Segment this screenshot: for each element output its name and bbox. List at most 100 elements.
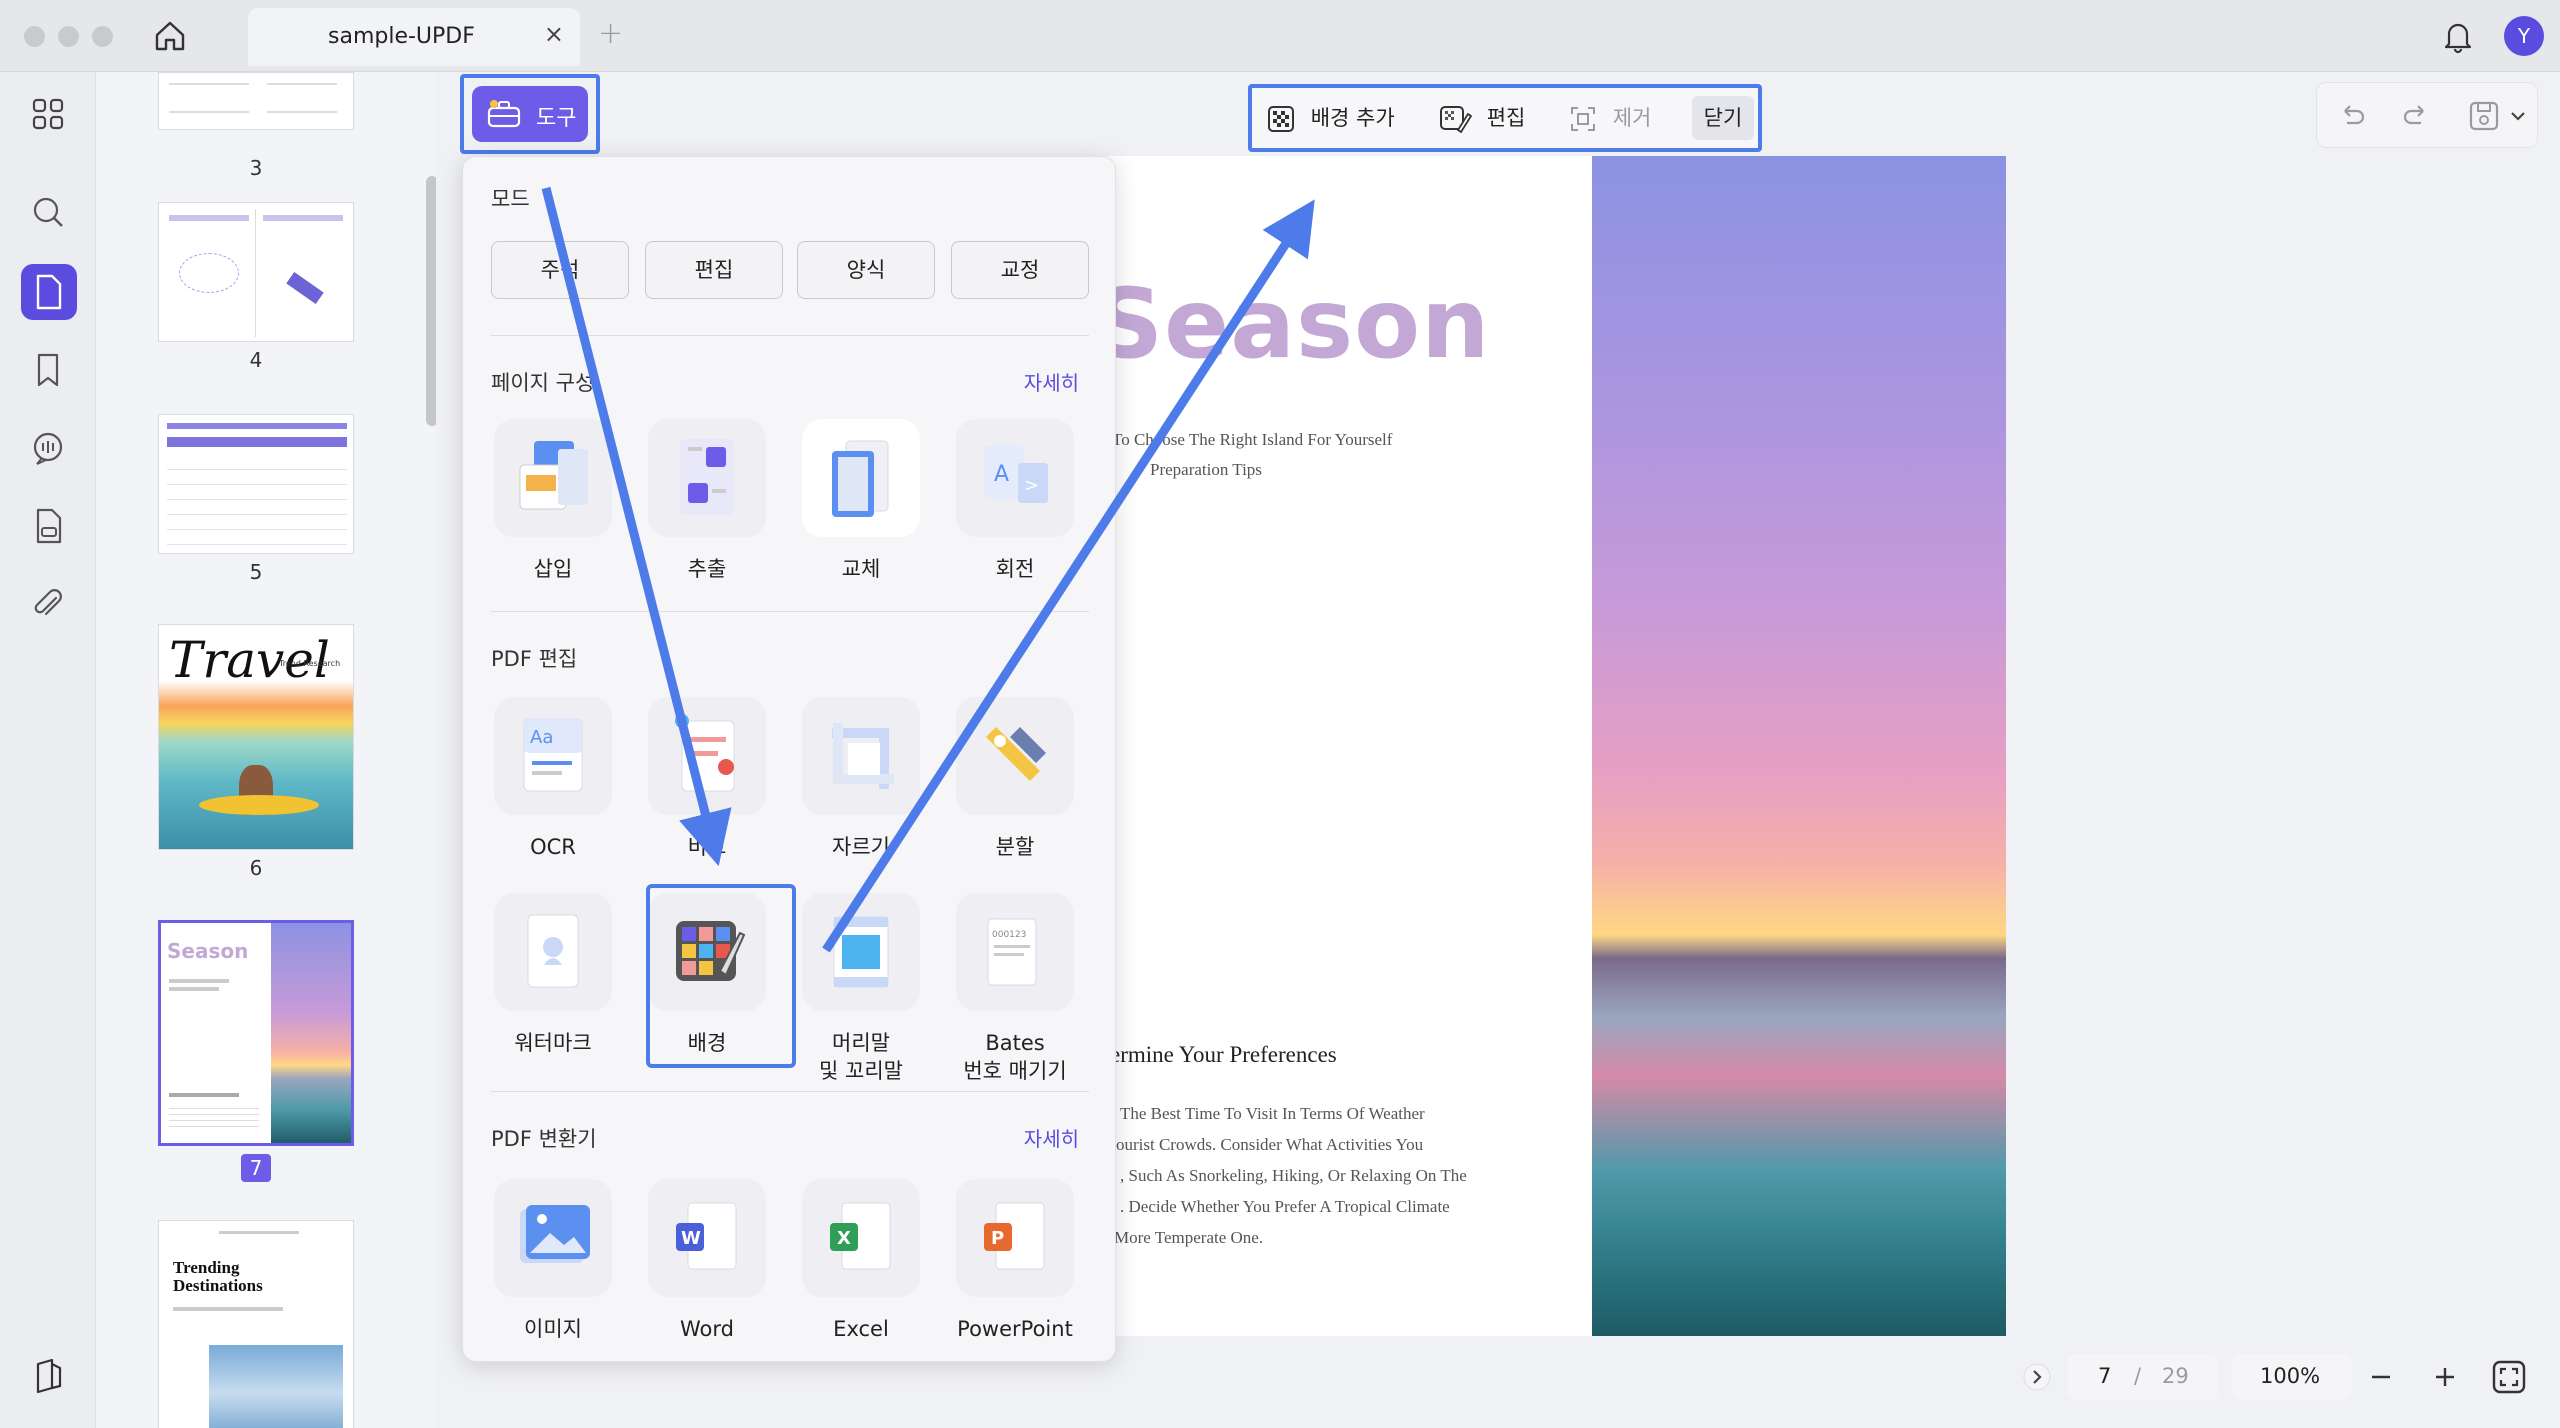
page-organize-more-link[interactable]: 자세히 xyxy=(1024,367,1079,396)
split-icon xyxy=(956,697,1074,815)
bell-icon[interactable] xyxy=(2440,18,2476,54)
window-close-button[interactable] xyxy=(24,26,45,47)
mode-annotate-button[interactable]: 주석 xyxy=(491,241,629,299)
chevron-right-icon[interactable] xyxy=(2022,1362,2052,1392)
split-tool[interactable]: 분할 xyxy=(945,697,1085,861)
left-rail xyxy=(0,72,96,1428)
thumb-season-title: Season xyxy=(167,939,249,963)
insert-label: 삽입 xyxy=(533,557,573,581)
watermark-tool[interactable]: 워터마크 xyxy=(483,893,623,1057)
remove-icon xyxy=(1571,107,1595,131)
mode-section-title: 모드 xyxy=(491,187,530,211)
svg-text:X: X xyxy=(837,1228,851,1249)
edit-background-label: 편집 xyxy=(1486,106,1526,130)
close-background-button[interactable]: 닫기 xyxy=(1692,96,1754,140)
rotate-label: 회전 xyxy=(995,557,1035,581)
toolbox-icon xyxy=(487,100,521,128)
page-thumbnail-4[interactable] xyxy=(158,202,354,342)
zoom-out-icon[interactable] xyxy=(2366,1362,2396,1392)
replace-tool[interactable]: 교체 xyxy=(791,419,931,583)
zoom-in-icon[interactable] xyxy=(2430,1362,2460,1392)
pages-icon[interactable] xyxy=(28,272,68,312)
add-background-label: 배경 추가 xyxy=(1310,106,1395,130)
tab-close-icon[interactable]: × xyxy=(544,20,564,48)
replace-label: 교체 xyxy=(841,557,881,581)
add-background-button[interactable]: 배경 추가 xyxy=(1266,100,1395,136)
rotate-tool[interactable]: A > 회전 xyxy=(945,419,1085,583)
undo-icon[interactable] xyxy=(2337,101,2367,131)
search-icon[interactable] xyxy=(28,192,68,232)
page-thumbnail-5[interactable] xyxy=(158,414,354,554)
convert-image-tool[interactable]: 이미지 xyxy=(483,1179,623,1343)
rotate-icon: A > xyxy=(956,419,1074,537)
attachment-icon[interactable] xyxy=(28,584,68,624)
page-thumbnail-8[interactable]: Trending Destinations xyxy=(158,1220,354,1428)
total-pages: 29 xyxy=(2162,1364,2189,1388)
home-icon[interactable] xyxy=(152,18,188,54)
thumbnail-number: 6 xyxy=(249,856,263,880)
word-icon: W xyxy=(648,1179,766,1297)
page-thumbnail-6[interactable]: Travel Trend Research xyxy=(158,624,354,850)
new-tab-button[interactable]: + xyxy=(598,16,623,51)
fit-page-icon[interactable] xyxy=(2490,1358,2528,1396)
comment-icon[interactable] xyxy=(28,428,68,468)
zoom-level-box[interactable]: 100% xyxy=(2232,1354,2352,1400)
document-line: Preparation Tips xyxy=(1150,460,1262,479)
convert-excel-tool[interactable]: X Excel xyxy=(791,1179,931,1343)
image-icon xyxy=(494,1179,612,1297)
page-status-bar: 7 / 29 100% xyxy=(2016,1348,2546,1410)
thumb-trending-title: Trending Destinations xyxy=(173,1258,263,1295)
bates-numbering-tool[interactable]: 000123 Bates 번호 매기기 xyxy=(945,893,1085,1085)
watermark-icon xyxy=(494,893,612,1011)
thumbnail-panel: 3 4 5 Travel Trend Research 6 Season 7 T… xyxy=(96,72,436,1428)
background-toolbar: 배경 추가 편집 제거 닫기 xyxy=(1248,84,1762,152)
document-page-image xyxy=(1592,156,2006,1336)
insert-tool[interactable]: 삽입 xyxy=(483,419,623,583)
mode-form-button[interactable]: 양식 xyxy=(797,241,935,299)
current-page: 7 xyxy=(2098,1364,2112,1388)
mode-proofread-button[interactable]: 교정 xyxy=(951,241,1089,299)
window-minimize-button[interactable] xyxy=(58,26,79,47)
word-label: Word xyxy=(680,1317,734,1341)
crop-tool[interactable]: 자르기 xyxy=(791,697,931,861)
svg-text:W: W xyxy=(681,1228,701,1249)
header-footer-tool[interactable]: 머리말 및 꼬리말 xyxy=(791,893,931,1085)
thumbnail-number: 3 xyxy=(249,156,263,180)
page-thumbnail-7[interactable]: Season xyxy=(158,920,354,1146)
chevron-down-icon[interactable] xyxy=(2509,107,2527,125)
tool-button[interactable]: 도구 xyxy=(472,86,588,142)
edit-background-button[interactable]: 편집 xyxy=(1438,100,1525,136)
compare-icon xyxy=(648,697,766,815)
document-paragraph-line: , Such As Snorkeling, Hiking, Or Relaxin… xyxy=(1120,1166,1467,1185)
zoom-level: 100% xyxy=(2260,1364,2321,1388)
document-paragraph-line: . Decide Whether You Prefer A Tropical C… xyxy=(1120,1197,1450,1216)
divider xyxy=(491,1091,1089,1092)
svg-text:P: P xyxy=(991,1228,1004,1249)
extract-label: 추출 xyxy=(687,557,727,581)
convert-powerpoint-tool[interactable]: P PowerPoint xyxy=(945,1179,1085,1343)
avatar[interactable]: Y xyxy=(2504,16,2544,56)
page-thumbnail-3[interactable] xyxy=(158,72,354,130)
svg-text:A: A xyxy=(994,462,1009,487)
save-icon[interactable] xyxy=(2467,99,2501,133)
thumbnail-number: 5 xyxy=(249,560,263,584)
grid-icon[interactable] xyxy=(28,94,68,134)
pdf-convert-more-link[interactable]: 자세히 xyxy=(1024,1123,1079,1152)
remove-background-button[interactable]: 제거 xyxy=(1568,100,1651,136)
history-controls xyxy=(2316,82,2538,148)
convert-word-tool[interactable]: W Word xyxy=(637,1179,777,1343)
extract-tool[interactable]: 추출 xyxy=(637,419,777,583)
page-input-box[interactable]: 7 / 29 xyxy=(2068,1354,2218,1400)
compare-tool[interactable]: 비교 xyxy=(637,697,777,861)
bookmark-icon[interactable] xyxy=(28,350,68,390)
ocr-tool[interactable]: Aa OCR xyxy=(483,697,623,861)
layers-icon[interactable] xyxy=(28,1356,68,1396)
tab-title: sample-UPDF xyxy=(328,24,475,49)
window-maximize-button[interactable] xyxy=(92,26,113,47)
document-line: To Choose The Right Island For Yourself xyxy=(1112,430,1393,449)
mode-edit-button[interactable]: 편집 xyxy=(645,241,783,299)
document-tab[interactable]: sample-UPDF × xyxy=(248,8,580,66)
form-icon[interactable] xyxy=(28,506,68,546)
document-paragraph-line: More Temperate One. xyxy=(1114,1228,1264,1247)
redo-icon[interactable] xyxy=(2401,101,2431,131)
